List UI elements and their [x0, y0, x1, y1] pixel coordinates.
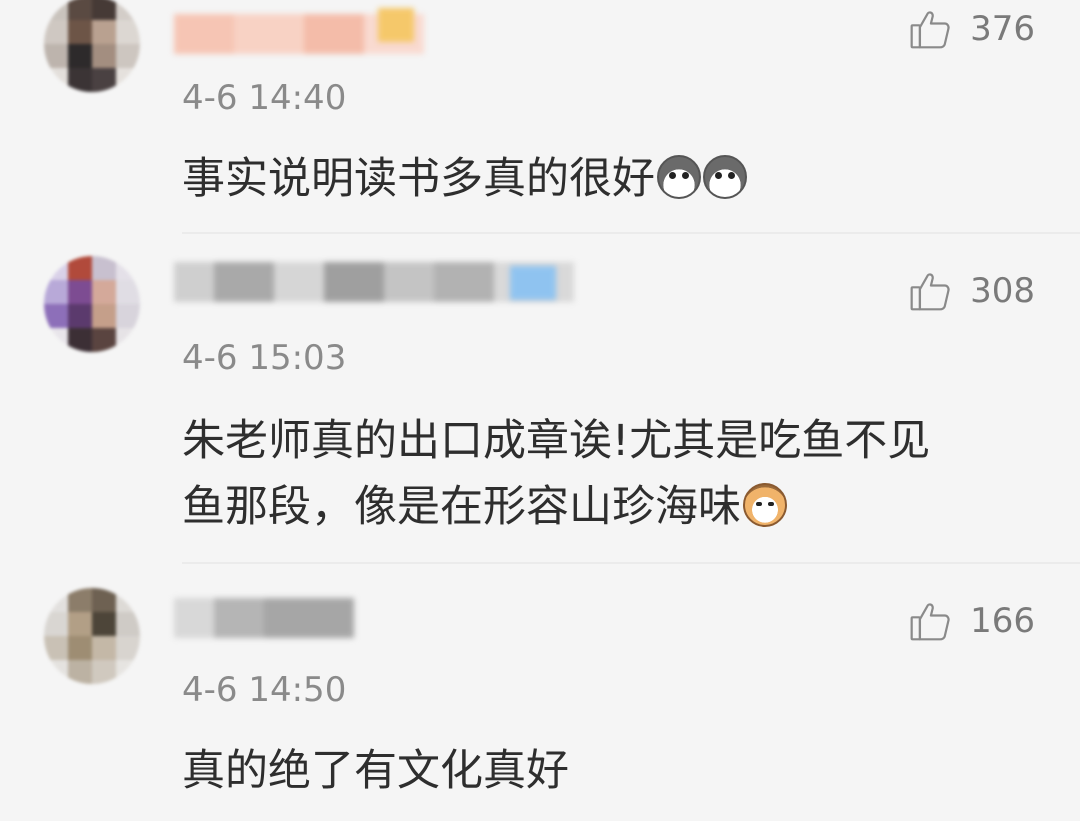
- husky-emoji: [703, 155, 747, 199]
- comment-text: 真的绝了有文化真好: [182, 746, 569, 796]
- like-button[interactable]: 376: [908, 4, 1035, 54]
- thumbs-up-icon: [910, 273, 950, 311]
- comment-text: 朱老师真的出口成章诶!尤其是吃鱼不见 鱼那段，像是在形容山珍海味: [182, 408, 930, 540]
- username-blurred[interactable]: [174, 598, 354, 638]
- comment-text-line: 朱老师真的出口成章诶!尤其是吃鱼不见: [182, 416, 931, 466]
- comment-item: 376 4-6 14:40 事实说明读书多真的很好: [0, 0, 1080, 230]
- husky-emoji: [657, 155, 701, 199]
- comment-text: 事实说明读书多真的很好: [182, 146, 747, 212]
- comment-item: 308 4-6 15:03 朱老师真的出口成章诶!尤其是吃鱼不见 鱼那段，像是在…: [0, 234, 1080, 564]
- comment-text-body: 事实说明读书多真的很好: [182, 154, 655, 204]
- like-count: 376: [970, 9, 1035, 49]
- like-button[interactable]: 166: [908, 596, 1035, 646]
- thumbs-up-icon: [910, 11, 950, 49]
- like-count: 308: [970, 271, 1035, 311]
- avatar[interactable]: [44, 588, 140, 684]
- comment-timestamp: 4-6 15:03: [182, 338, 347, 378]
- user-badge: [510, 266, 556, 300]
- thumbs-up-icon: [910, 603, 950, 641]
- like-count: 166: [970, 601, 1035, 641]
- cat-emoji: [743, 483, 787, 527]
- user-badge: [378, 8, 414, 42]
- avatar[interactable]: [44, 0, 140, 92]
- comment-timestamp: 4-6 14:50: [182, 670, 347, 710]
- comment-item: 166 4-6 14:50 真的绝了有文化真好: [0, 564, 1080, 821]
- avatar[interactable]: [44, 256, 140, 352]
- comment-timestamp: 4-6 14:40: [182, 78, 347, 118]
- like-button[interactable]: 308: [908, 266, 1035, 316]
- comment-text-line: 鱼那段，像是在形容山珍海味: [182, 482, 741, 532]
